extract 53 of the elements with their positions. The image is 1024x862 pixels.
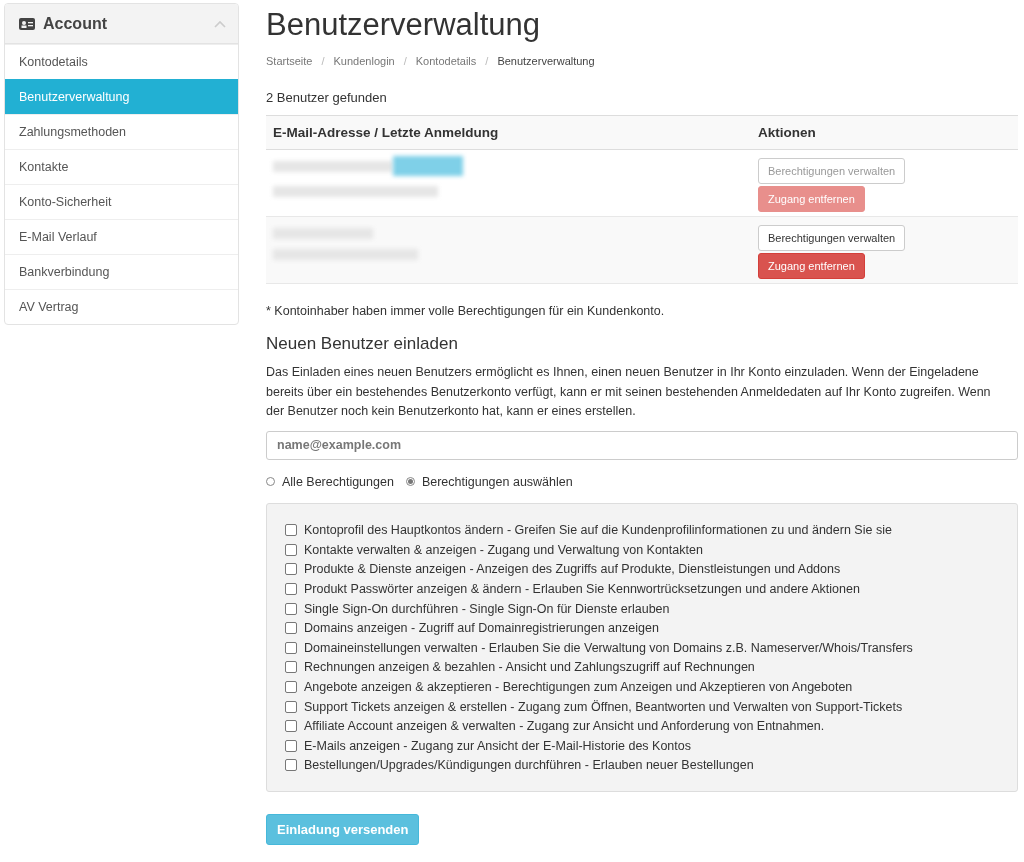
breadcrumb-separator: / <box>485 55 489 67</box>
sidebar-item[interactable]: E-Mail Verlauf <box>5 219 238 254</box>
checkbox[interactable] <box>285 641 297 654</box>
section-heading: Neuen Benutzer einladen <box>266 334 459 354</box>
permission-label[interactable]: Domaineinstellungen verwalten - Erlauben Sie die Verwaltung von Domains z.B. Nameserver/Whois/Transfers <box>304 640 913 655</box>
sidebar-item[interactable]: Bankverbindung <box>5 254 238 289</box>
result-count: 2 Benutzer gefunden <box>266 90 388 105</box>
checkbox[interactable] <box>285 563 297 576</box>
permission-label[interactable]: Angebote anzeigen & akzeptieren - Berechtigungen zum Anzeigen und Akzeptieren von Angeboten <box>304 680 853 695</box>
checkbox[interactable] <box>285 602 297 615</box>
checkbox[interactable] <box>285 720 297 733</box>
breadcrumb-link[interactable]: Kontodetails <box>415 55 477 67</box>
sidebar-item[interactable]: Kontakte <box>5 149 238 184</box>
breadcrumb-link[interactable]: Startseite <box>266 55 313 67</box>
permission-label[interactable]: Rechnungen anzeigen & bezahlen - Ansicht und Zahlungszugriff auf Rechnungen <box>304 660 755 675</box>
checkbox[interactable] <box>285 739 297 752</box>
sidebar-item[interactable]: AV Vertrag <box>5 289 238 324</box>
radio-label[interactable]: Alle Berechtigungen <box>282 474 394 489</box>
permission-label[interactable]: Domains anzeigen - Zugriff auf Domainregistrierungen anzeigen <box>304 621 659 636</box>
radio-label[interactable]: Berechtigungen auswählen <box>421 474 573 489</box>
remove-access-button[interactable]: Zugang entfernen <box>758 253 865 279</box>
breadcrumb-separator: / <box>321 55 325 67</box>
column-header: E-Mail-Adresse / Letzte Anmeldung <box>272 125 500 140</box>
checkbox[interactable] <box>285 661 297 674</box>
checkbox[interactable] <box>285 681 297 694</box>
column-header: Aktionen <box>758 125 817 140</box>
permission-label[interactable]: E-Mails anzeigen - Zugang zur Ansicht der E-Mail-Historie des Kontos <box>304 738 691 753</box>
checkbox[interactable] <box>285 700 297 713</box>
owner-note: * Kontoinhaber haben immer volle Berechtigungen für ein Kundenkonto. <box>266 304 666 318</box>
checkbox[interactable] <box>285 622 297 635</box>
permission-label[interactable]: Single Sign-On durchführen - Single Sign-On für Dienste erlauben <box>304 601 670 616</box>
id-card-icon <box>19 17 35 30</box>
breadcrumb-separator: / <box>403 55 407 67</box>
permission-label[interactable]: Kontoprofil des Hauptkontos ändern - Greifen Sie auf die Kundenprofilinformationen zu und ändern Sie sie <box>304 523 892 538</box>
permission-label[interactable]: Affiliate Account anzeigen & verwalten - Zugang zur Ansicht und Anforderung von Entnahmen. <box>304 719 825 734</box>
checkbox[interactable] <box>285 543 297 556</box>
sidebar-item[interactable]: Konto-Sicherheit <box>5 184 238 219</box>
checkbox[interactable] <box>285 524 297 537</box>
manage-permissions-button[interactable]: Berechtigungen verwalten <box>758 225 906 251</box>
redacted-badge <box>393 156 463 176</box>
breadcrumb-link[interactable]: Kundenlogin <box>333 55 395 67</box>
checkbox[interactable] <box>285 583 297 596</box>
checkbox[interactable] <box>285 759 297 772</box>
email-field[interactable]: name@example.com <box>266 430 1018 460</box>
permission-label[interactable]: Bestellungen/Upgrades/Kündigungen durchführen - Erlauben neuer Bestellungen <box>304 758 754 773</box>
sidebar-item[interactable]: Zahlungsmethoden <box>5 114 238 149</box>
permission-label[interactable]: Produkt Passwörter anzeigen & ändern - Erlauben Sie Kennwortrücksetzungen und andere Aktionen <box>304 582 860 597</box>
permission-label[interactable]: Support Tickets anzeigen & erstellen - Zugang zum Öffnen, Beantworten und Verwalten von Support-Tickets <box>304 699 903 714</box>
sidebar-title: Account <box>43 14 108 33</box>
page-title: Benutzerverwaltung <box>266 7 541 43</box>
permission-label[interactable]: Kontakte verwalten & anzeigen - Zugang und Verwaltung von Kontakten <box>304 542 703 557</box>
invite-description: Das Einladen eines neuen Benutzers ermöglicht es Ihnen, einen neuen Benutzer in Ihr Konto einzuladen. Wenn der Eingeladene bereits über ein bestehendes Benutzerkonto verfügt, kann er mit seinen bestehenden Anmeldedaten auf Ihr Konto zugreifen. Wenn der Benutzer noch kein Benutzerkonto hat, kann er eines erstellen. <box>266 364 992 420</box>
permission-label[interactable]: Produkte & Dienste anzeigen - Anzeigen des Zugriffs auf Produkte, Dienstleistungen und Addons <box>304 562 841 577</box>
